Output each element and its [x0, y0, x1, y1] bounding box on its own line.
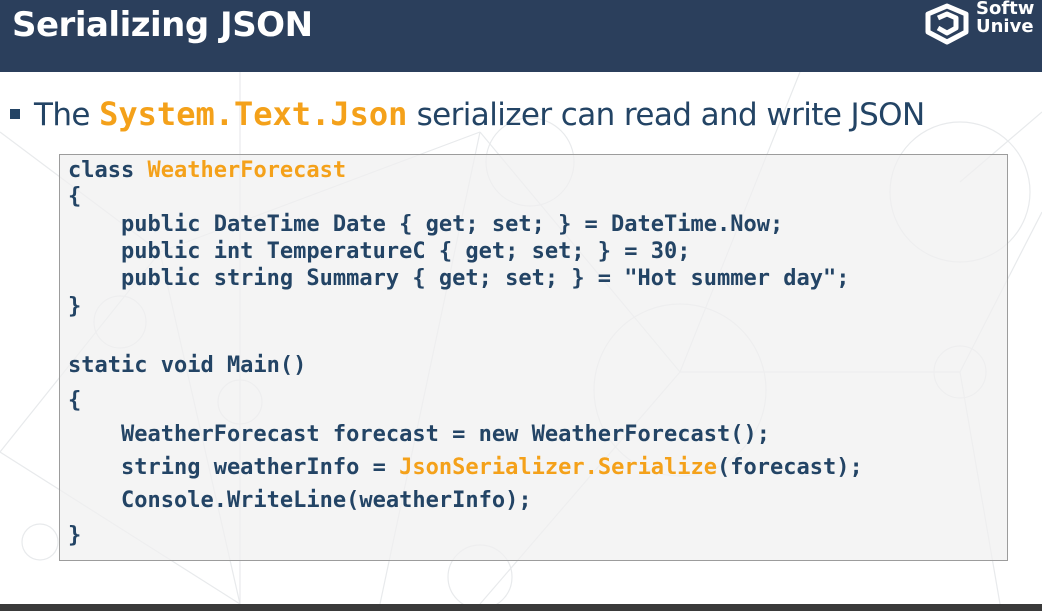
- code-class-name: WeatherForecast: [147, 158, 347, 183]
- code-line: string weatherInfo = JsonSerializer.Seri…: [68, 455, 863, 481]
- bottom-bar: [0, 604, 1042, 611]
- code-dot: .: [584, 455, 598, 480]
- code-block: class WeatherForecast { public DateTime …: [59, 154, 1008, 561]
- softuni-logo-icon: [925, 3, 969, 45]
- code-line: {: [68, 184, 82, 209]
- code-line: Console.WriteLine(weatherInfo);: [68, 488, 532, 513]
- code-keyword: class: [68, 158, 148, 183]
- code-text: (forecast);: [717, 455, 863, 480]
- code-line: {: [68, 388, 82, 413]
- code-serializer-class: JsonSerializer: [399, 455, 585, 480]
- softuni-logo: Softw Unive: [920, 0, 1042, 52]
- code-serialize-method: Serialize: [597, 455, 718, 480]
- bullet-highlight-namespace: System.Text.Json: [99, 95, 408, 133]
- code-line: }: [68, 294, 82, 319]
- bullet-point: The System.Text.Json serializer can read…: [10, 91, 925, 137]
- code-line: public DateTime Date { get; set; } = Dat…: [68, 212, 784, 237]
- code-text: string weatherInfo =: [68, 455, 400, 480]
- code-line: WeatherForecast forecast = new WeatherFo…: [68, 422, 770, 447]
- code-line: public int TemperatureC { get; set; } = …: [68, 239, 691, 264]
- code-line: class WeatherForecast: [68, 158, 346, 184]
- code-line: static void Main(): [68, 353, 307, 378]
- bullet-text-end: serializer can read and write JSON: [407, 97, 926, 133]
- title-bar: Serializing JSON Softw Unive: [0, 0, 1042, 72]
- bullet-square-icon: [10, 109, 20, 119]
- bullet-text-start: The: [34, 97, 100, 133]
- logo-text-line2: Unive: [976, 16, 1034, 37]
- code-line: public string Summary { get; set; } = "H…: [68, 266, 850, 291]
- slide-title: Serializing JSON: [12, 5, 313, 45]
- code-line: }: [68, 523, 82, 548]
